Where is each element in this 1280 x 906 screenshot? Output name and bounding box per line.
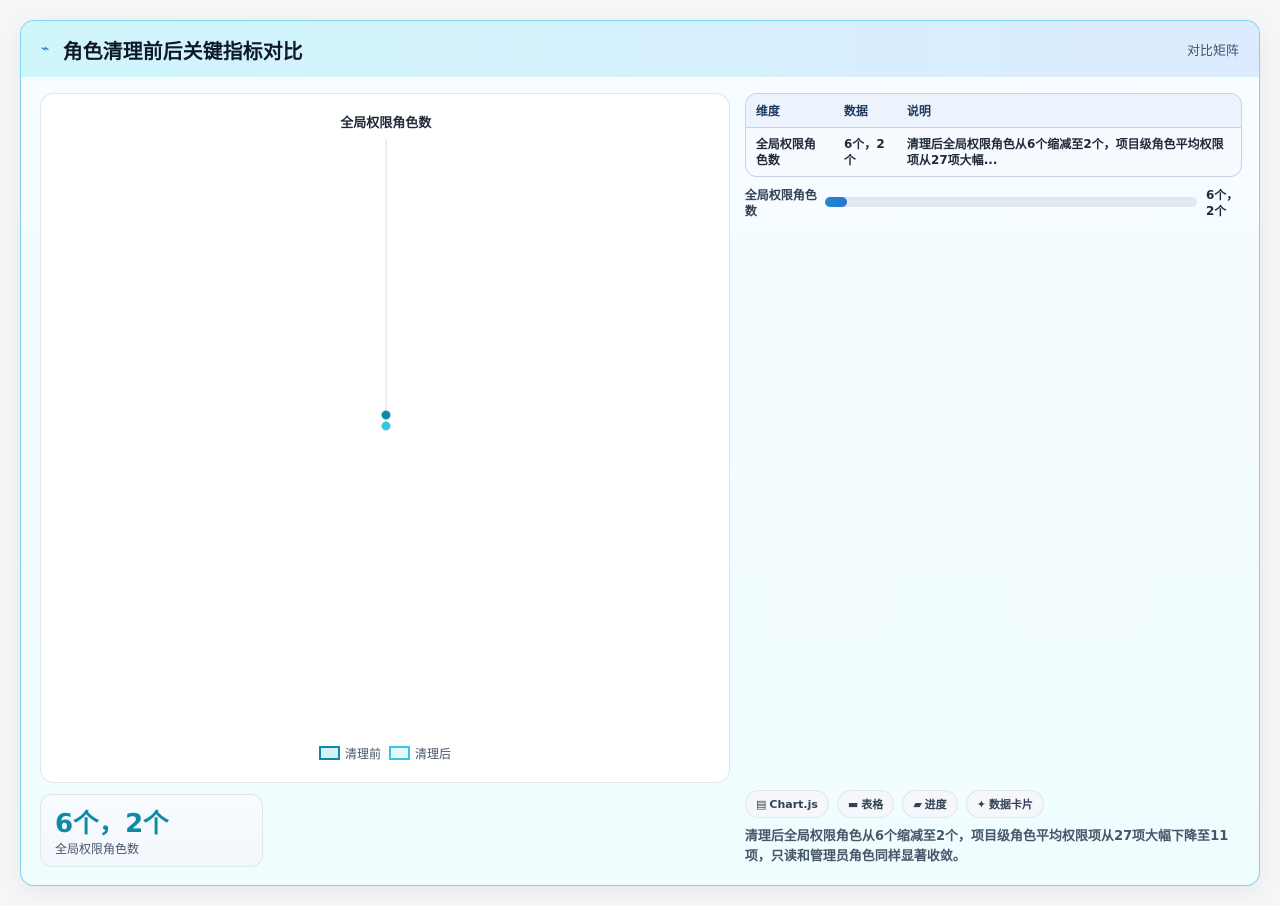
- card-header: ⌁ 角色清理前后关键指标对比 对比矩阵: [21, 21, 1259, 77]
- chip-chartjs[interactable]: ▤ Chart.js: [745, 790, 829, 818]
- legend-swatch[interactable]: [389, 746, 410, 760]
- card-title: 角色清理前后关键指标对比: [63, 39, 303, 63]
- table-header-row: 维度 数据 说明: [746, 94, 1241, 128]
- view-chips: ▤ Chart.js ▬ 表格 ▰ 进度 ✦ 数据卡片: [745, 790, 1045, 818]
- legend-label[interactable]: 清理前: [345, 746, 381, 761]
- progress-label: 全局权限角色数: [745, 188, 818, 218]
- progress-track: [825, 197, 1197, 207]
- chip-label: 进度: [924, 798, 947, 811]
- table-header: 说明: [897, 94, 1241, 128]
- table-header: 维度: [746, 94, 834, 128]
- stat-value: 6个，2个: [55, 809, 170, 839]
- view-mode-label[interactable]: 对比矩阵: [1187, 40, 1239, 59]
- table-icon: ▬: [847, 797, 859, 811]
- legend-label[interactable]: 清理后: [415, 747, 451, 761]
- progress-value: 6个，2个: [1206, 188, 1239, 218]
- chip-progress[interactable]: ▰ 进度: [902, 790, 958, 818]
- chip-label: 表格: [861, 798, 884, 811]
- comparison-card: ⌁ 角色清理前后关键指标对比 对比矩阵 全局权限角色数 清理前 清理后 6个，2个…: [20, 20, 1260, 886]
- table-cell-data: 6个，2个: [844, 136, 885, 167]
- chip-label: Chart.js: [769, 797, 818, 811]
- wave-icon: ⌁: [41, 41, 50, 57]
- progress-row: 全局权限角色数 6个，2个: [745, 187, 1242, 221]
- dot-chart: 全局权限角色数 清理前 清理后: [319, 115, 451, 761]
- progress-icon: ▰: [913, 797, 922, 811]
- data-point-before[interactable]: [381, 410, 391, 420]
- progress-fill: [825, 197, 848, 207]
- chart-icon: ▤: [756, 797, 767, 811]
- data-table: 维度 数据 说明 全局权限角色数 6个，2个 清理后全局权限角色从6个缩减至2个…: [745, 93, 1242, 177]
- table-cell-desc: 清理后全局权限角色从6个缩减至2个，项目级角色平均权限项从27项大幅...: [907, 136, 1224, 167]
- legend-swatch[interactable]: [319, 746, 340, 760]
- table-header: 数据: [834, 94, 897, 128]
- table-row: 全局权限角色数 6个，2个 清理后全局权限角色从6个缩减至2个，项目级角色平均权…: [746, 127, 1241, 168]
- stat-card: 6个，2个 全局权限角色数: [40, 794, 263, 867]
- chip-label: 数据卡片: [989, 798, 1034, 811]
- data-point-after[interactable]: [381, 421, 391, 431]
- chip-table[interactable]: ▬ 表格: [836, 790, 895, 818]
- stat-label: 全局权限角色数: [55, 842, 140, 856]
- chip-data-card[interactable]: ✦ 数据卡片: [965, 790, 1045, 818]
- summary-text: 清理后全局权限角色从6个缩减至2个，项目级角色平均权限项从27项大幅下降至11项…: [745, 829, 1229, 864]
- chart-title: 全局权限角色数: [339, 115, 432, 131]
- sparkle-icon: ✦: [976, 797, 987, 811]
- table-cell-dimension: 全局权限角色数: [756, 136, 817, 167]
- chart-panel: 全局权限角色数 清理前 清理后: [40, 93, 730, 783]
